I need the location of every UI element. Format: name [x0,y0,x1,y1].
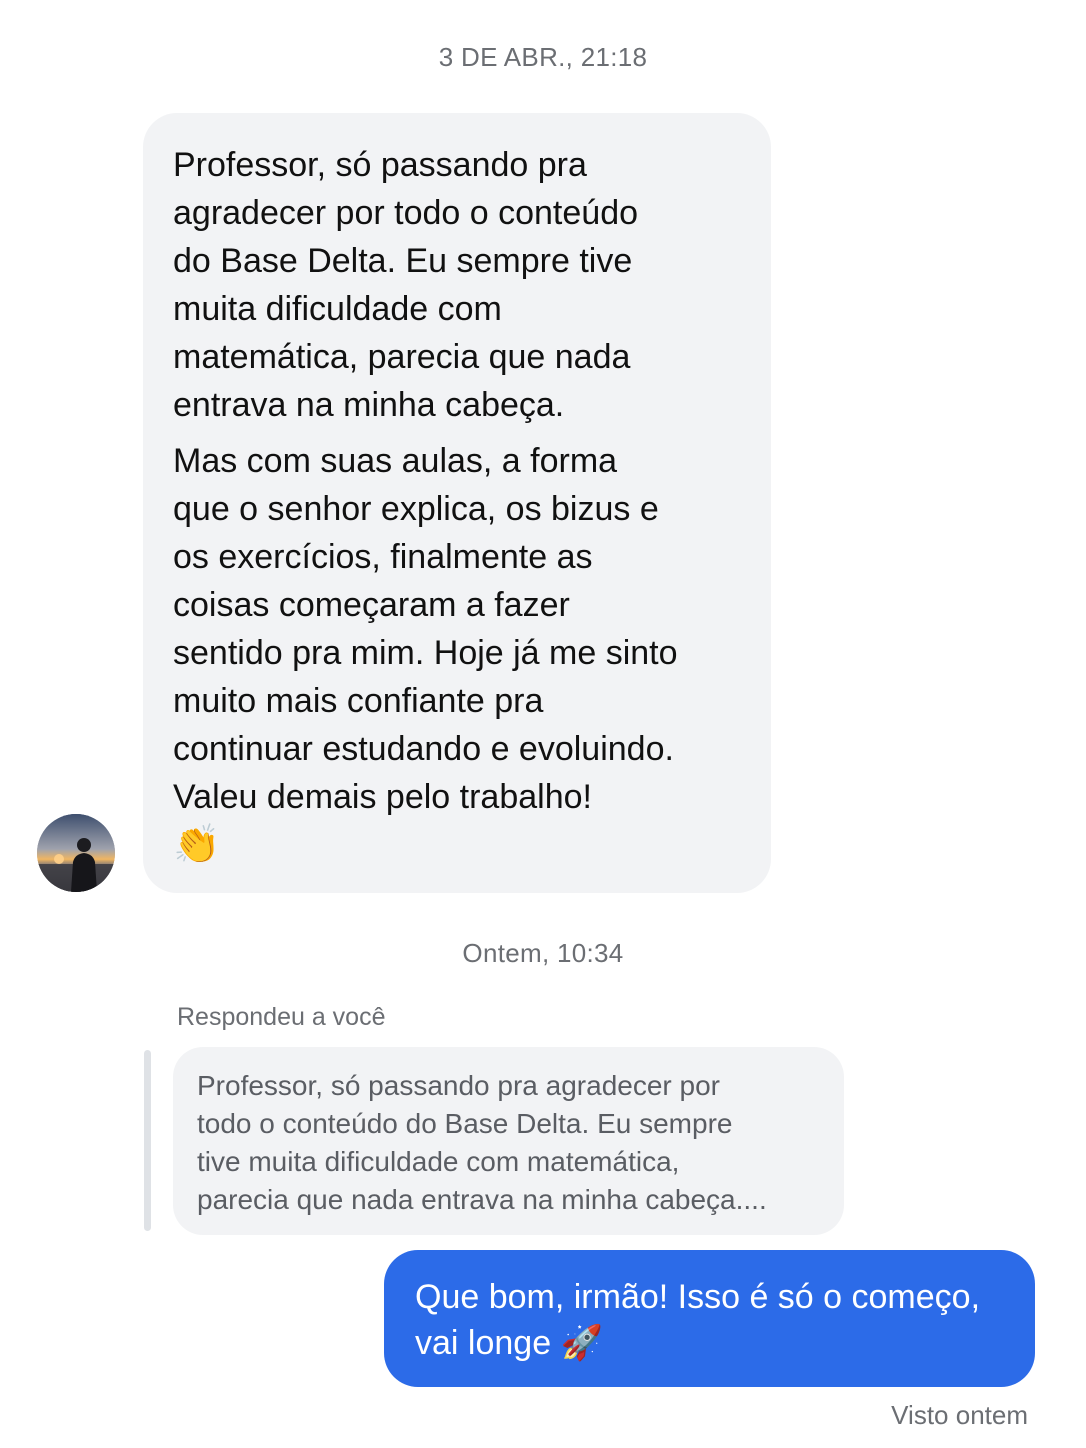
clapping-hands-emoji: 👏 [173,824,221,866]
quoted-message-text: Professor, só passando pra agradecer por… [197,1070,767,1215]
incoming-message-bubble[interactable]: Professor, só passando pra agradecer por… [143,113,771,893]
quoted-message-bubble[interactable]: Professor, só passando pra agradecer por… [173,1047,844,1235]
replied-to-you-label: Respondeu a você [177,1003,386,1031]
timestamp-header: 3 DE ABR., 21:18 [438,42,648,72]
avatar[interactable] [37,814,115,892]
incoming-message-paragraph: Mas com suas aulas, a forma que o senhor… [173,442,678,816]
outgoing-message-bubble[interactable]: Que bom, irmão! Isso é só o começo, vai … [384,1250,1035,1387]
reply-indicator-bar [144,1050,151,1231]
seen-status: Visto ontem [891,1400,1028,1430]
person-at-sunset-icon [37,814,115,892]
incoming-message-paragraph: Professor, só passando pra agradecer por… [173,146,639,424]
outgoing-message-text: Que bom, irmão! Isso é só o começo, vai … [415,1278,981,1362]
timestamp-divider: Ontem, 10:34 [462,938,624,968]
